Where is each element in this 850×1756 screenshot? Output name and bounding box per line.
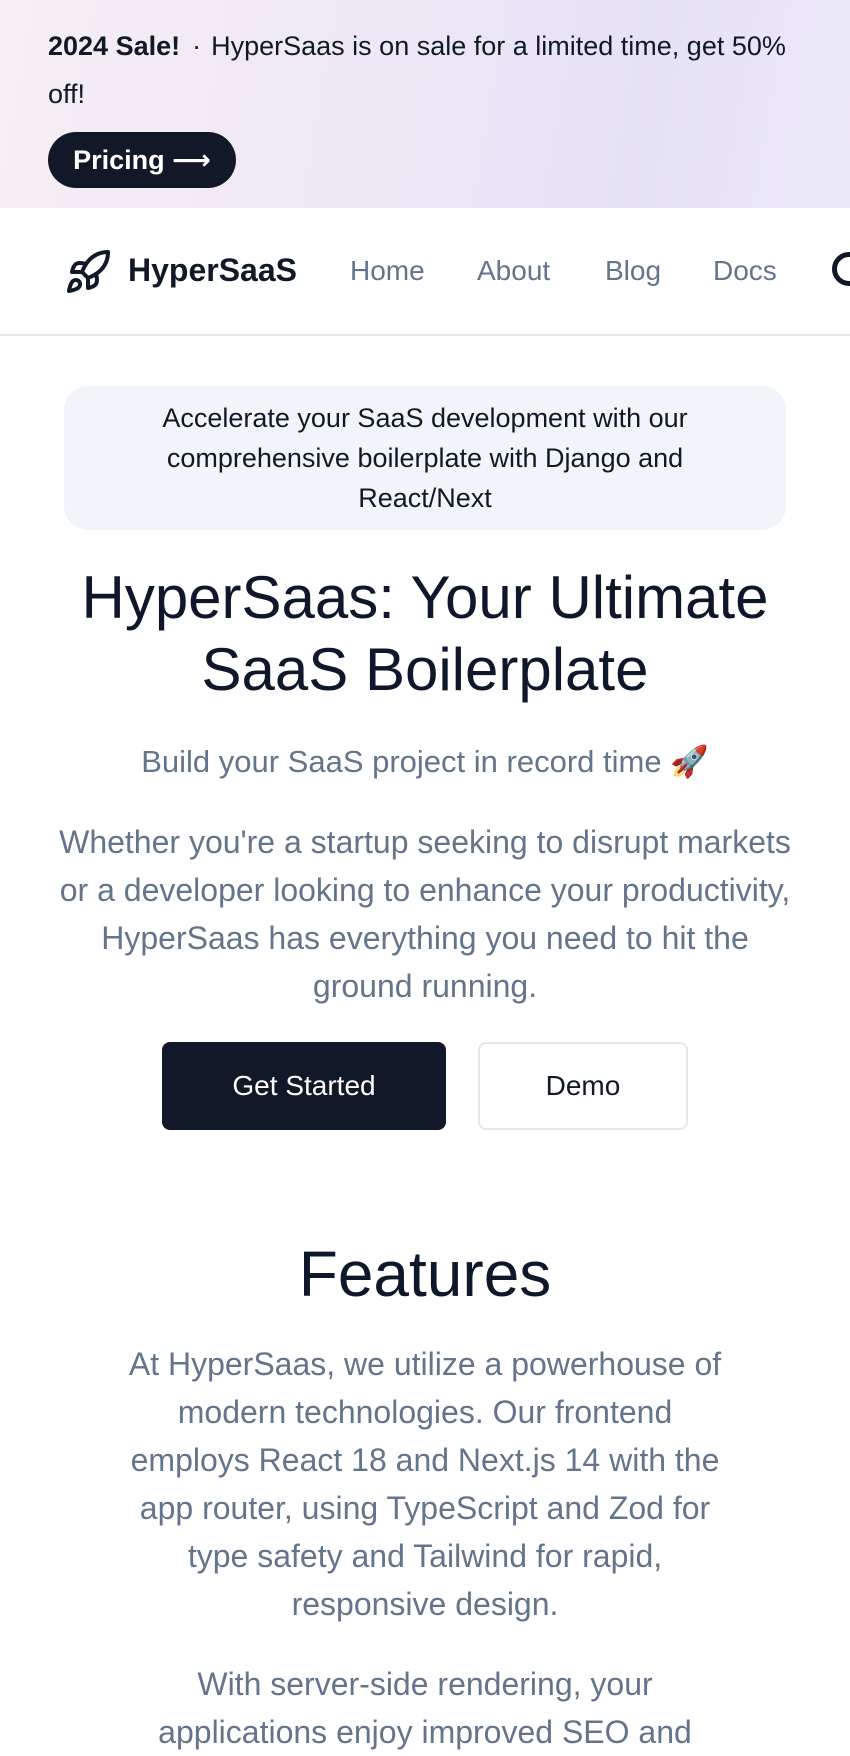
nav-link-about[interactable]: About <box>477 255 550 287</box>
demo-button[interactable]: Demo <box>478 1042 688 1130</box>
nav-link-home[interactable]: Home <box>350 255 425 287</box>
banner-highlight: 2024 Sale! <box>48 31 181 61</box>
rocket-icon[interactable] <box>64 248 112 296</box>
github-icon[interactable] <box>832 252 850 286</box>
hero-description: Whether you're a startup seeking to disr… <box>59 824 791 1004</box>
hero-subtitle: Build your SaaS project in record time 🚀 <box>141 744 709 779</box>
banner-separator: · <box>192 31 202 61</box>
features-paragraph-2: With server-side rendering, your applica… <box>158 1666 692 1750</box>
nav-link-blog[interactable]: Blog <box>605 255 661 287</box>
features-paragraph: At HyperSaas, we utilize a powerhouse of… <box>128 1346 722 1622</box>
nav-link-docs[interactable]: Docs <box>713 255 777 287</box>
pricing-button[interactable]: Pricing ⟶ <box>48 132 236 188</box>
features-title: Features <box>298 1238 552 1310</box>
brand-name[interactable]: HyperSaaS <box>128 252 297 289</box>
sale-banner: 2024 Sale! · HyperSaas is on sale for a li… <box>0 0 850 208</box>
hero-title: HyperSaas: Your Ultimate SaaS Boilerplat… <box>81 564 769 703</box>
get-started-button[interactable]: Get Started <box>162 1042 446 1130</box>
banner-text: 2024 Sale! · HyperSaas is on sale for a li… <box>48 22 788 118</box>
navbar: HyperSaaS Home About Blog Docs <box>0 208 850 336</box>
hero-tagline: Accelerate your SaaS development with ou… <box>64 386 786 530</box>
